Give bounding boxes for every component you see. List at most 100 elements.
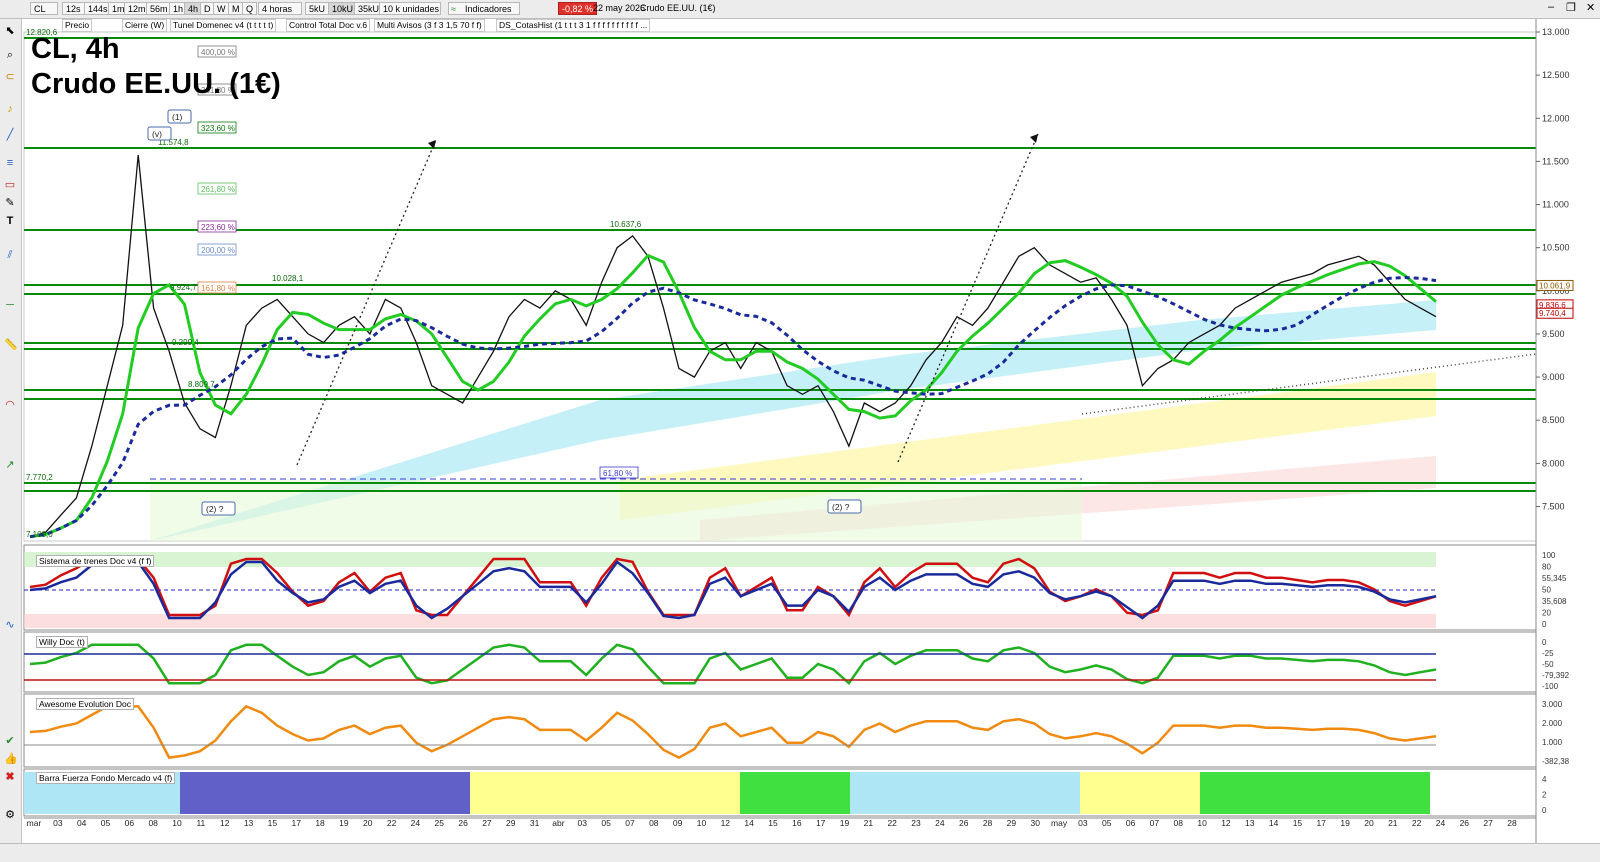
- time-axis-label: 04: [77, 818, 87, 828]
- time-axis-label: 25: [435, 818, 445, 828]
- market-strength-block: [1200, 772, 1430, 814]
- time-axis-label: 10: [172, 818, 182, 828]
- chart-canvas[interactable]: 400,00 %361,80 %323,60 %261,80 %223,60 %…: [0, 0, 1600, 843]
- panel-tick-label: 80: [1542, 563, 1551, 572]
- price-tag: 10.061,9: [1539, 281, 1571, 290]
- time-axis-label: 21: [1388, 818, 1398, 828]
- wave-label: (v): [152, 129, 162, 139]
- green-band: [150, 480, 1082, 541]
- time-axis-label: 23: [911, 818, 921, 828]
- panel-tick-label: -50: [1542, 660, 1554, 669]
- panel-tick-label: -79,392: [1542, 671, 1570, 680]
- market-strength-block: [740, 772, 850, 814]
- fib-level-label: 323,60 %: [201, 124, 235, 133]
- time-axis-label: 21: [864, 818, 874, 828]
- time-axis-label: 31: [530, 818, 540, 828]
- time-axis-label: 09: [673, 818, 683, 828]
- wave-label: (1): [172, 112, 183, 122]
- price-tick-label: 12.500: [1542, 70, 1570, 80]
- time-axis-label: 03: [578, 818, 588, 828]
- time-axis-label: 17: [816, 818, 826, 828]
- panel-title-trenes[interactable]: Sistema de trenes Doc v4 (f f): [36, 555, 155, 567]
- time-axis-label: 27: [482, 818, 492, 828]
- fib-level-label: 200,00 %: [201, 246, 235, 255]
- panel-title-awesome[interactable]: Awesome Evolution Doc: [36, 698, 134, 710]
- time-axis-label: 05: [1102, 818, 1112, 828]
- fib-level-label: 161,80 %: [201, 284, 235, 293]
- panel-tick-label: 100: [1542, 551, 1556, 560]
- time-axis-label: 19: [1340, 818, 1350, 828]
- time-axis-label: 10: [697, 818, 707, 828]
- time-axis-label: 13: [1245, 818, 1255, 828]
- time-axis-label: 15: [268, 818, 278, 828]
- time-axis-label: 14: [1269, 818, 1279, 828]
- time-axis-label: 03: [53, 818, 63, 828]
- price-tag: 9.740,4: [1539, 309, 1566, 318]
- time-axis-label: mar: [27, 818, 42, 828]
- level-value-label: 8.809,7: [188, 380, 215, 389]
- time-axis-label: 07: [625, 818, 635, 828]
- time-axis-label: 27: [1483, 818, 1493, 828]
- panel-tick-label: -25: [1542, 649, 1554, 658]
- fib-level-label: 223,60 %: [201, 223, 235, 232]
- panel-tick-label: -382,38: [1542, 757, 1570, 766]
- panel-tick-label: 20: [1542, 609, 1551, 618]
- time-axis-label: 18: [315, 818, 325, 828]
- time-axis-label: 16: [792, 818, 802, 828]
- fib-level-label: 261,80 %: [201, 185, 235, 194]
- time-axis-label: 06: [125, 818, 135, 828]
- time-axis-label: may: [1051, 818, 1068, 828]
- price-tick-label: 7.500: [1542, 501, 1565, 511]
- time-axis-label: 26: [458, 818, 468, 828]
- time-axis-label: 29: [506, 818, 516, 828]
- level-value-label: 7.770,2: [26, 473, 53, 482]
- time-axis-label: 06: [1126, 818, 1136, 828]
- time-axis-label: 22: [1412, 818, 1422, 828]
- chart-title-instrument: Crudo EE.UU. (1€): [31, 68, 281, 100]
- wave-label: (2) ?: [206, 504, 224, 514]
- time-axis-label: 05: [101, 818, 111, 828]
- overbought-zone: [24, 552, 1436, 567]
- fib-level-label: 61,80 %: [603, 469, 632, 478]
- price-tick-label: 9.000: [1542, 372, 1565, 382]
- panel-tick-label: 35,608: [1542, 597, 1567, 606]
- time-axis-label: 05: [601, 818, 611, 828]
- time-axis-label: 12: [1221, 818, 1231, 828]
- panel-title-barra-fuerza[interactable]: Barra Fuerza Fondo Mercado v4 (f): [36, 772, 176, 784]
- panel-title-willy[interactable]: Willy Doc (t): [36, 636, 88, 648]
- fib-level-label: 400,00 %: [201, 48, 235, 57]
- level-value-label: 10.637,6: [610, 220, 642, 229]
- panel-tick-label: 50: [1542, 586, 1551, 595]
- time-axis-label: abr: [552, 818, 564, 828]
- time-axis-label: 20: [363, 818, 373, 828]
- time-axis-bar: [0, 843, 1600, 862]
- time-axis-label: 26: [1460, 818, 1470, 828]
- time-axis-label: 28: [1507, 818, 1517, 828]
- price-tick-label: 13.000: [1542, 27, 1570, 37]
- panel-tick-label: 0: [1542, 638, 1547, 647]
- market-strength-block: [180, 772, 470, 814]
- time-axis-label: 29: [1007, 818, 1017, 828]
- wave-label: (2) ?: [832, 502, 850, 512]
- time-axis-label: 12: [220, 818, 230, 828]
- time-axis-label: 24: [1436, 818, 1446, 828]
- price-tick-label: 10.500: [1542, 243, 1570, 253]
- panel-tick-label: 2.000: [1542, 719, 1563, 728]
- time-axis-label: 11: [196, 818, 205, 828]
- time-axis-label: 24: [411, 818, 421, 828]
- price-tick-label: 8.500: [1542, 415, 1565, 425]
- market-strength-block: [1080, 772, 1200, 814]
- panel-tick-label: 0: [1542, 806, 1547, 815]
- time-axis-label: 22: [387, 818, 397, 828]
- time-axis-label: 19: [840, 818, 850, 828]
- price-tick-label: 11.500: [1542, 156, 1569, 166]
- time-axis-label: 30: [1030, 818, 1040, 828]
- price-tick-label: 9.500: [1542, 329, 1565, 339]
- time-axis-label: 15: [768, 818, 778, 828]
- level-value-label: 9.299,4: [172, 338, 199, 347]
- panel-tick-label: 2: [1542, 791, 1547, 800]
- level-value-label: 9.924,7: [170, 283, 197, 292]
- time-axis-label: 08: [1174, 818, 1184, 828]
- time-axis-label: 20: [1364, 818, 1374, 828]
- time-axis-label: 26: [959, 818, 969, 828]
